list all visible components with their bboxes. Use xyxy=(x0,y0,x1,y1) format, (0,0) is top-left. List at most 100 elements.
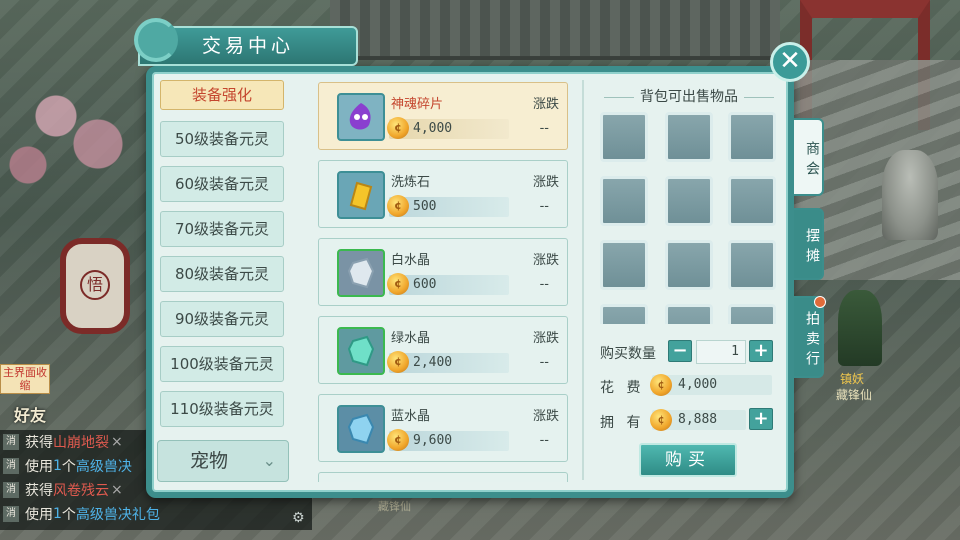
tab-auction[interactable]: 拍卖行 xyxy=(794,296,824,378)
tab-stall[interactable]: 摆摊 xyxy=(794,208,824,280)
coin-icon: ¢ xyxy=(387,117,409,139)
item-price: 600 xyxy=(413,277,437,292)
chat-line: 消 使用 1 个 高级兽决礼包 xyxy=(0,502,312,526)
chat-text: 使用 xyxy=(25,459,53,475)
ground-label: 藏锋仙 xyxy=(378,500,411,513)
close-button[interactable]: ✕ xyxy=(770,42,810,82)
chat-suffix: × xyxy=(111,434,123,450)
owned-value-box: ¢ 8,888 xyxy=(650,409,746,431)
tab-chamber[interactable]: 商会 xyxy=(794,118,824,196)
item-name: 神魂碎片 xyxy=(391,97,444,112)
category-dropdown[interactable]: 宠物 ⌄ xyxy=(157,440,289,482)
list-item[interactable] xyxy=(318,472,568,482)
quantity-input[interactable]: 1 xyxy=(696,340,746,364)
inventory-slot[interactable] xyxy=(600,240,648,290)
category-item-enhance[interactable]: 装备强化 xyxy=(160,80,284,110)
npc-name[interactable]: 藏锋仙 xyxy=(836,386,872,403)
increase-quantity-button[interactable]: + xyxy=(749,340,773,362)
chat-suffix: × xyxy=(111,482,123,498)
inventory-slot[interactable] xyxy=(665,304,713,324)
npc-title: 镇妖 xyxy=(840,372,865,386)
inventory-slot[interactable] xyxy=(728,304,776,324)
chat-channel-badge: 消 xyxy=(3,458,19,474)
cost-value-box: ¢ 4,000 xyxy=(650,374,772,396)
inventory-slot[interactable] xyxy=(600,304,648,324)
list-item[interactable]: 洗炼石 涨跌 ¢ 500 -- xyxy=(318,160,568,228)
chat-unit: 个 xyxy=(61,459,76,475)
chat-item-link[interactable]: 高级兽决礼包 xyxy=(76,504,160,524)
collapse-main-ui-button[interactable]: 主界面收缩 xyxy=(0,364,50,394)
owned-value: 8,888 xyxy=(678,412,718,427)
item-name: 蓝水晶 xyxy=(391,409,431,424)
coin-icon: ¢ xyxy=(387,429,409,451)
category-item-lv90[interactable]: 90级装备元灵 xyxy=(160,301,284,337)
item-price: 2,400 xyxy=(413,355,453,370)
list-item[interactable]: 神魂碎片 涨跌 ¢ 4,000 -- xyxy=(318,82,568,150)
close-icon: ✕ xyxy=(779,46,801,76)
inventory-slot[interactable] xyxy=(665,176,713,226)
quantity-label: 购买数量 xyxy=(600,346,656,362)
item-trend: -- xyxy=(539,199,549,214)
coin-icon: ¢ xyxy=(650,374,672,396)
trend-label: 涨跌 xyxy=(532,97,559,112)
item-name: 洗炼石 xyxy=(391,175,431,190)
inventory-slot[interactable] xyxy=(665,112,713,162)
category-item-lv60[interactable]: 60级装备元灵 xyxy=(160,166,284,202)
item-name: 白水晶 xyxy=(391,253,431,268)
cost-value: 4,000 xyxy=(678,377,718,392)
chat-unit: 个 xyxy=(61,507,76,523)
item-price: 4,000 xyxy=(413,121,453,136)
chat-item-link[interactable]: 山崩地裂 xyxy=(53,432,109,452)
list-item[interactable]: 蓝水晶 涨跌 ¢ 9,600 -- xyxy=(318,394,568,462)
section-divider xyxy=(582,80,584,480)
item-trend: -- xyxy=(539,355,549,370)
inventory-slot[interactable] xyxy=(728,176,776,226)
chat-item-link[interactable]: 风卷残云 xyxy=(53,480,109,500)
item-trend: -- xyxy=(539,433,549,448)
inventory-slot[interactable] xyxy=(600,112,648,162)
temple-roof xyxy=(330,0,780,60)
chat-text: 获得 xyxy=(25,483,53,499)
npc-character[interactable] xyxy=(838,290,882,366)
list-item[interactable]: 绿水晶 涨跌 ¢ 2,400 -- xyxy=(318,316,568,384)
coin-icon: ¢ xyxy=(387,195,409,217)
chat-text: 使用 xyxy=(25,507,53,523)
category-dropdown-value: 宠物 xyxy=(190,450,229,472)
inventory-slot[interactable] xyxy=(600,176,648,226)
trend-label: 涨跌 xyxy=(532,253,559,268)
list-item[interactable]: 白水晶 涨跌 ¢ 600 -- xyxy=(318,238,568,306)
cost-label: 花 费 xyxy=(600,380,641,396)
item-trend: -- xyxy=(539,277,549,292)
chevron-down-icon: ⌄ xyxy=(262,451,276,470)
green-crystal-icon xyxy=(337,327,385,375)
blue-crystal-icon xyxy=(337,405,385,453)
friends-button[interactable]: 好友 xyxy=(14,402,46,426)
chat-item-link[interactable]: 高级兽决 xyxy=(76,456,132,476)
chat-channel-badge: 消 xyxy=(3,434,19,450)
category-item-lv100[interactable]: 100级装备元灵 xyxy=(160,346,284,382)
white-crystal-icon xyxy=(337,249,385,297)
category-item-lv80[interactable]: 80级装备元灵 xyxy=(160,256,284,292)
chat-text: 获得 xyxy=(25,435,53,451)
coin-icon: ¢ xyxy=(387,273,409,295)
inventory-slot[interactable] xyxy=(728,112,776,162)
category-item-lv50[interactable]: 50级装备元灵 xyxy=(160,121,284,157)
trend-label: 涨跌 xyxy=(532,175,559,190)
inventory-grid xyxy=(600,112,778,324)
chat-count: 1 xyxy=(53,506,62,522)
decrease-quantity-button[interactable]: − xyxy=(668,340,692,362)
coin-icon: ¢ xyxy=(387,351,409,373)
category-item-lv70[interactable]: 70级装备元灵 xyxy=(160,211,284,247)
inventory-slot[interactable] xyxy=(665,240,713,290)
add-currency-button[interactable]: + xyxy=(749,408,773,430)
buy-button[interactable]: 购买 xyxy=(639,443,737,477)
item-list[interactable]: 神魂碎片 涨跌 ¢ 4,000 -- 洗炼石 涨跌 ¢ 500 -- 白水晶 涨… xyxy=(318,82,568,482)
category-item-lv110[interactable]: 110级装备元灵 xyxy=(160,391,284,427)
inventory-slot[interactable] xyxy=(728,240,776,290)
chat-channel-badge: 消 xyxy=(3,506,19,522)
guardian-statue xyxy=(882,150,938,240)
gear-icon[interactable]: ⚙ xyxy=(292,510,308,526)
chat-count: 1 xyxy=(53,458,62,474)
inventory-title: 背包可出售物品 xyxy=(594,86,784,106)
drum-glyph: 悟 xyxy=(80,270,110,300)
